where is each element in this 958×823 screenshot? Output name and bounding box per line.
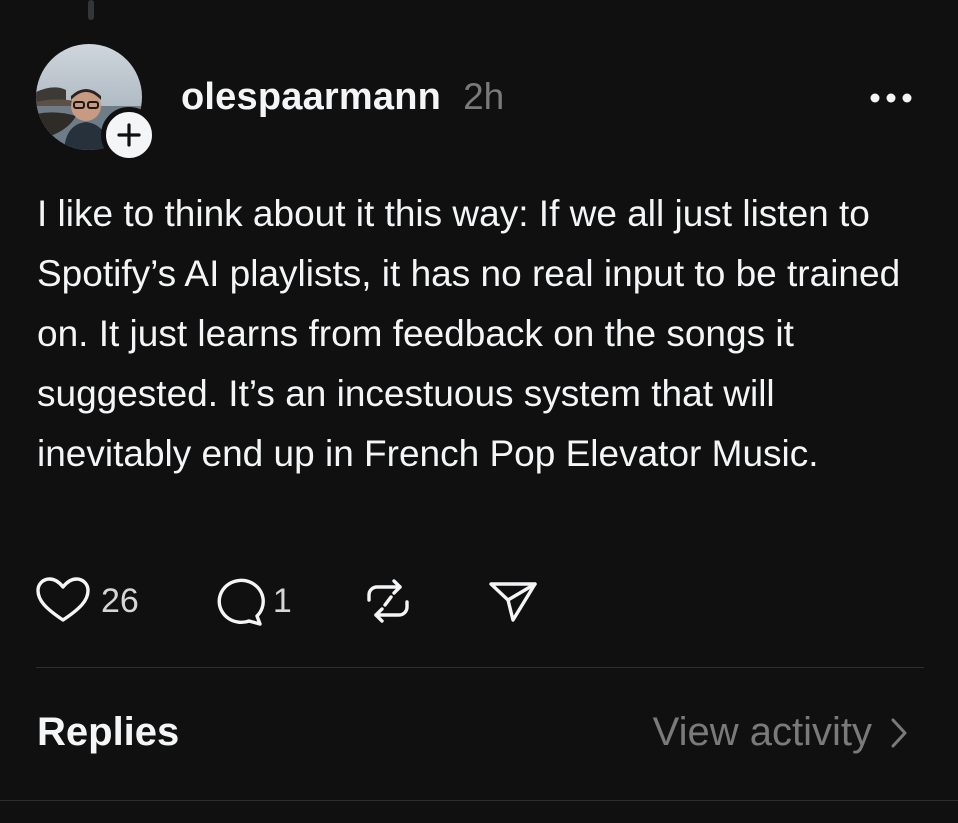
post-timestamp: 2h <box>463 76 505 117</box>
like-count: 26 <box>101 581 139 620</box>
more-options-button[interactable] <box>866 84 916 112</box>
post-header: olespaarmann 2h <box>181 76 504 119</box>
repost-button[interactable] <box>362 575 414 627</box>
reply-count: 1 <box>272 581 292 620</box>
section-divider <box>36 667 924 668</box>
plus-icon <box>117 123 141 147</box>
replies-heading: Replies <box>37 710 180 754</box>
username-link[interactable]: olespaarmann <box>181 76 441 119</box>
more-dots-icon <box>870 93 912 103</box>
heart-icon <box>36 577 90 622</box>
share-button[interactable] <box>486 575 540 627</box>
reply-button[interactable]: 1 <box>211 575 292 627</box>
send-icon <box>489 582 537 622</box>
view-activity-label: View activity <box>652 710 872 754</box>
comment-icon <box>217 578 265 626</box>
repost-icon <box>367 579 409 623</box>
avatar-container[interactable] <box>36 44 157 163</box>
thread-connector-line <box>88 0 94 20</box>
chevron-right-icon <box>891 718 907 747</box>
post-actions-bar: 26 1 <box>35 573 540 629</box>
view-activity-link[interactable]: View activity <box>653 710 908 755</box>
post-body-text: I like to think about it this way: If we… <box>37 193 901 474</box>
like-button[interactable]: 26 <box>35 576 139 626</box>
bottom-divider <box>0 800 958 801</box>
follow-button[interactable] <box>101 107 157 163</box>
